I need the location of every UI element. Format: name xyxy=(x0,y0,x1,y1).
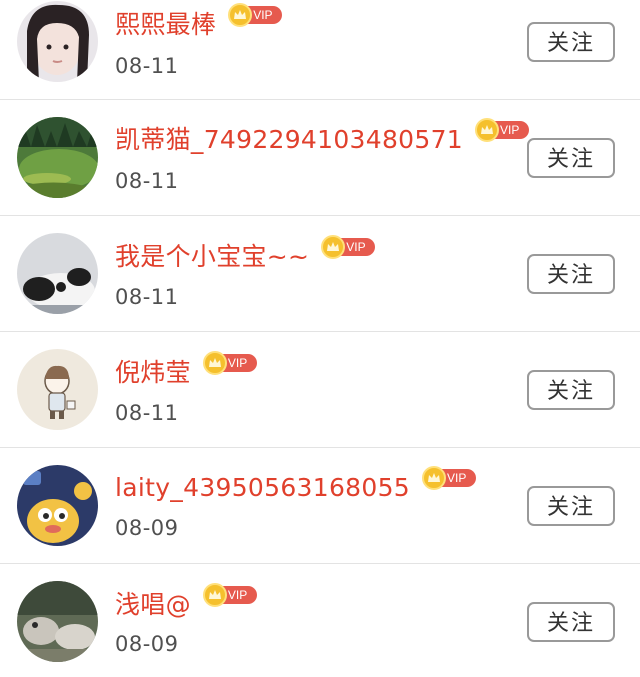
follow-date: 08-11 xyxy=(115,54,179,78)
username[interactable]: 熙熙最棒 xyxy=(115,12,216,37)
follow-button[interactable]: 关注 xyxy=(527,486,615,526)
vip-badge: VIP xyxy=(228,3,283,27)
avatar[interactable] xyxy=(17,349,98,430)
vip-badge: VIP xyxy=(202,351,257,375)
list-item[interactable]: 凯蒂猫_7492294103480571 VIP 08-11 关注 xyxy=(0,100,640,216)
avatar[interactable] xyxy=(17,233,98,314)
name-line: 我是个小宝宝~~ VIP xyxy=(115,235,376,274)
list-item[interactable]: 倪炜莹 VIP 08-11 关注 xyxy=(0,332,640,448)
username[interactable]: 我是个小宝宝~~ xyxy=(115,244,309,269)
follow-date: 08-11 xyxy=(115,169,179,193)
follow-button[interactable]: 关注 xyxy=(527,602,615,642)
vip-badge: VIP xyxy=(422,466,476,490)
name-line: 凯蒂猫_7492294103480571 VIP xyxy=(115,118,529,157)
list-item[interactable]: laity_43950563168055 VIP 08-09 关注 xyxy=(0,448,640,564)
list-item[interactable]: 浅唱@ VIP 08-09 关注 xyxy=(0,564,640,677)
follow-button[interactable]: 关注 xyxy=(527,138,615,178)
avatar[interactable] xyxy=(17,581,98,662)
username[interactable]: laity_43950563168055 xyxy=(115,475,410,500)
follow-button[interactable]: 关注 xyxy=(527,254,615,294)
username[interactable]: 倪炜莹 xyxy=(115,360,191,385)
name-line: 熙熙最棒 VIP xyxy=(115,3,283,42)
name-line: 浅唱@ VIP xyxy=(115,583,257,622)
follow-date: 08-09 xyxy=(115,632,179,656)
username[interactable]: 凯蒂猫_7492294103480571 xyxy=(115,127,463,152)
name-line: laity_43950563168055 VIP xyxy=(115,466,476,505)
avatar[interactable] xyxy=(17,465,98,546)
vip-badge: VIP xyxy=(475,118,529,142)
crown-icon xyxy=(475,118,499,142)
crown-icon xyxy=(422,466,446,490)
vip-badge: VIP xyxy=(321,235,376,259)
follow-button[interactable]: 关注 xyxy=(527,22,615,62)
username[interactable]: 浅唱@ xyxy=(115,592,191,617)
follower-list: 熙熙最棒 VIP 08-11 关注 凯蒂猫_7492294103480571 V… xyxy=(0,0,640,677)
avatar[interactable] xyxy=(17,1,98,82)
list-item[interactable]: 熙熙最棒 VIP 08-11 关注 xyxy=(0,0,640,100)
crown-icon xyxy=(202,583,227,607)
follow-date: 08-09 xyxy=(115,516,179,540)
follow-date: 08-11 xyxy=(115,401,179,425)
follow-date: 08-11 xyxy=(115,285,179,309)
crown-icon xyxy=(202,351,227,375)
avatar[interactable] xyxy=(17,117,98,198)
vip-badge: VIP xyxy=(202,583,257,607)
list-item[interactable]: 我是个小宝宝~~ VIP 08-11 关注 xyxy=(0,216,640,332)
follow-button[interactable]: 关注 xyxy=(527,370,615,410)
name-line: 倪炜莹 VIP xyxy=(115,351,257,390)
